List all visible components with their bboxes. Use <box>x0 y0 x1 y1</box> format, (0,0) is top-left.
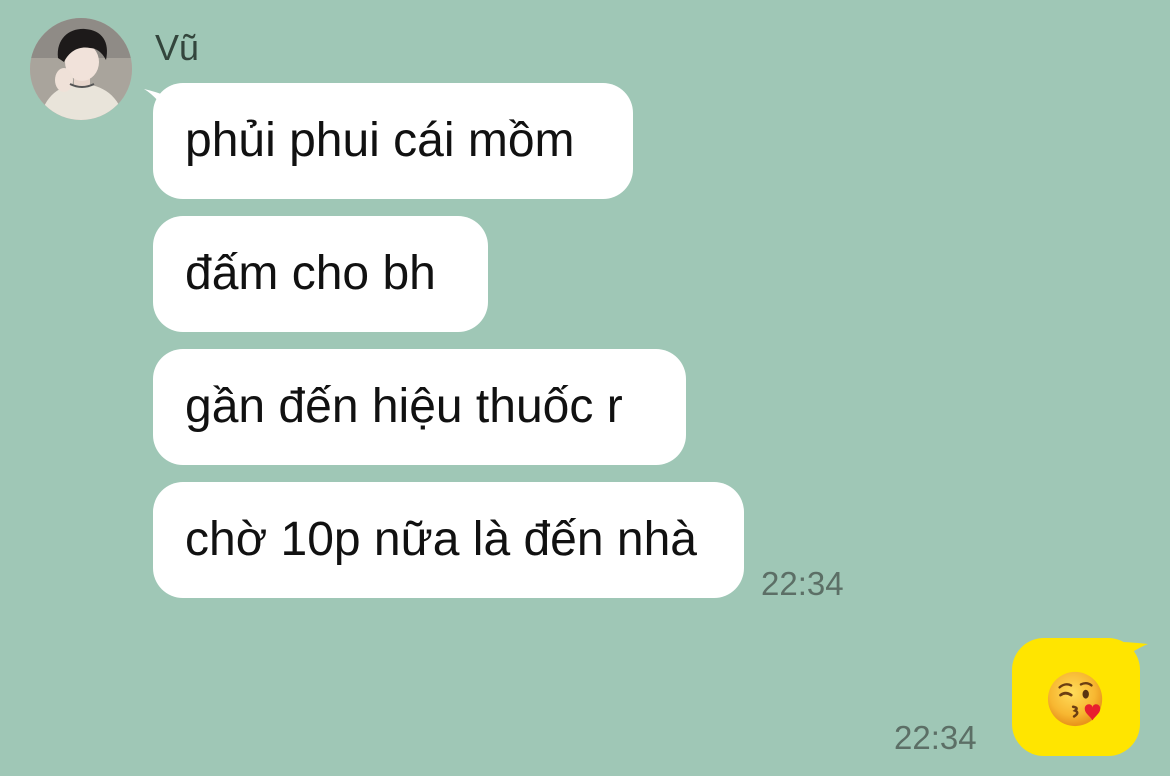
incoming-message[interactable]: gần đến hiệu thuốc r <box>153 349 686 465</box>
sender-name: Vũ <box>155 27 200 68</box>
message-text: phủi phui cái mồm <box>185 114 575 167</box>
bubble-tail <box>1120 642 1148 662</box>
message-text: chờ 10p nữa là đến nhà <box>185 513 697 566</box>
message-text: đấm cho bh <box>185 247 436 300</box>
incoming-message[interactable]: phủi phui cái mồm <box>153 83 633 199</box>
avatar-photo <box>30 18 132 120</box>
kiss-emoji-icon <box>1047 671 1103 727</box>
contact-avatar[interactable] <box>30 18 132 120</box>
incoming-message[interactable]: đấm cho bh <box>153 216 488 332</box>
message-text: gần đến hiệu thuốc r <box>185 380 623 433</box>
message-timestamp: 22:34 <box>894 719 977 756</box>
message-timestamp: 22:34 <box>761 565 844 602</box>
incoming-message[interactable]: chờ 10p nữa là đến nhà <box>153 482 744 598</box>
